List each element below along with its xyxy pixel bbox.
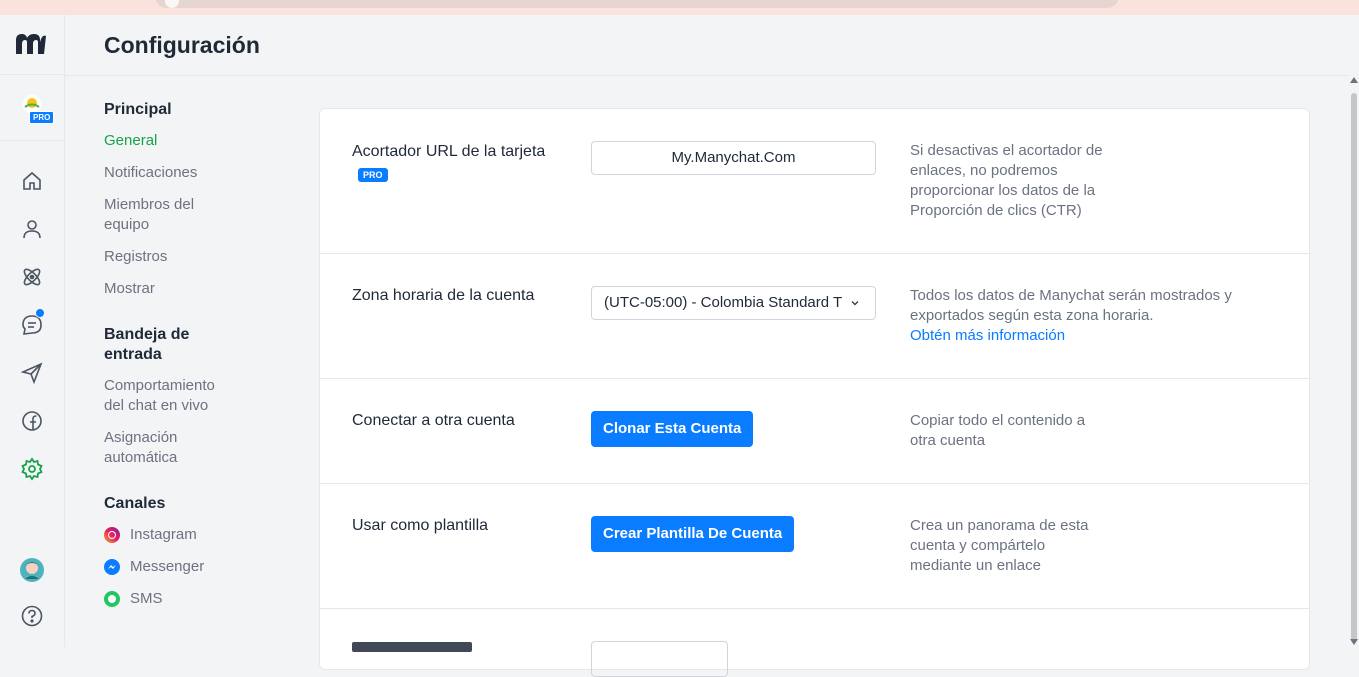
rail-divider [0,74,64,75]
nav-item-instagram-label: Instagram [130,526,197,543]
page-header: Configuración [65,15,1359,76]
settings-icon[interactable] [20,457,44,481]
scroll-thumb[interactable] [1351,93,1357,641]
nav-item-comportamiento[interactable]: Comportamiento del chat en vivo [104,376,234,416]
nav-item-instagram[interactable]: Instagram [104,525,304,545]
nav-item-miembros[interactable]: Miembros del equipo [104,195,214,235]
contacts-icon[interactable] [20,217,44,241]
vertical-scrollbar[interactable] [1349,75,1359,647]
nav-item-sms[interactable]: SMS [104,589,304,609]
help-icon[interactable] [20,604,44,628]
timezone-select[interactable]: (UTC-05:00) - Colombia Standard Time [591,286,876,320]
learn-more-link[interactable]: Obtén más información [910,326,1270,346]
timezone-description-text: Todos los datos de Manychat serán mostra… [910,287,1232,324]
live-chat-notification-dot [35,308,45,318]
setting-row-clone: Conectar a otra cuenta Clonar Esta Cuent… [320,379,1309,484]
clone-label: Conectar a otra cuenta [352,412,515,429]
nav-item-general[interactable]: General [104,131,304,151]
url-shortener-label: Acortador URL de la tarjeta PRO [352,143,545,183]
scroll-up-arrow[interactable] [1350,77,1358,83]
template-description: Crea un panorama de esta cuenta y compár… [910,517,1089,574]
nav-item-registros[interactable]: Registros [104,247,304,267]
url-shortener-label-text: Acortador URL de la tarjeta [352,143,546,160]
setting-row-timezone: Zona horaria de la cuenta (UTC-05:00) - … [320,254,1309,379]
url-shortener-field[interactable]: My.Manychat.Com [591,141,876,175]
settings-card: Acortador URL de la tarjeta PRO My.Manyc… [319,108,1310,677]
timezone-description: Todos los datos de Manychat serán mostra… [910,286,1270,346]
nav-section-principal: Principal [104,101,172,118]
broadcast-icon[interactable] [20,361,44,385]
rail-divider [0,140,64,141]
create-template-button[interactable]: Crear Plantilla De Cuenta [591,516,795,552]
home-icon[interactable] [20,169,44,193]
nav-item-sms-label: SMS [130,590,163,607]
scroll-down-arrow[interactable] [1350,639,1358,645]
nav-item-notificaciones[interactable]: Notificaciones [104,163,304,183]
account-pro-badge: PRO [29,111,55,124]
messenger-icon [104,559,120,575]
nav-section-bandeja: Bandeja de entrada [104,326,190,363]
timezone-label: Zona horaria de la cuenta [352,287,535,304]
page-title: Configuración [104,32,260,58]
account-avatar[interactable]: PRO [17,94,55,124]
manychat-logo[interactable] [14,32,48,56]
automation-icon[interactable] [20,265,44,289]
clone-account-button[interactable]: Clonar Esta Cuenta [591,411,754,447]
setting-row-template: Usar como plantilla Crear Plantilla De C… [320,484,1309,609]
settings-nav: Principal General Notificaciones Miembro… [104,100,304,621]
template-label: Usar como plantilla [352,517,489,534]
facebook-icon[interactable] [20,409,44,433]
setting-row-partial [320,609,1309,677]
nav-item-messenger[interactable]: Messenger [104,557,304,577]
timezone-selected-value: (UTC-05:00) - Colombia Standard Time [604,294,842,311]
partial-field[interactable] [591,641,728,677]
nav-section-canales: Canales [104,495,166,512]
setting-row-url-shortener: Acortador URL de la tarjeta PRO My.Manyc… [320,109,1309,254]
browser-top-strip [0,0,1359,16]
clone-description: Copiar todo el contenido a otra cuenta [910,412,1086,449]
pro-badge: PRO [358,168,388,182]
nav-item-messenger-label: Messenger [130,558,205,575]
chevron-down-icon [851,301,859,306]
icon-rail: PRO [0,15,65,647]
instagram-icon [104,527,120,543]
nav-item-mostrar[interactable]: Mostrar [104,279,304,299]
address-bar[interactable] [155,0,1119,8]
sms-icon [104,591,120,607]
nav-item-asignacion[interactable]: Asignación automática [104,428,204,468]
partial-label [352,642,472,652]
url-shortener-description: Si desactivas el acortador de enlaces, n… [910,142,1103,219]
address-bar-icon [165,0,179,8]
user-avatar[interactable] [19,557,45,583]
